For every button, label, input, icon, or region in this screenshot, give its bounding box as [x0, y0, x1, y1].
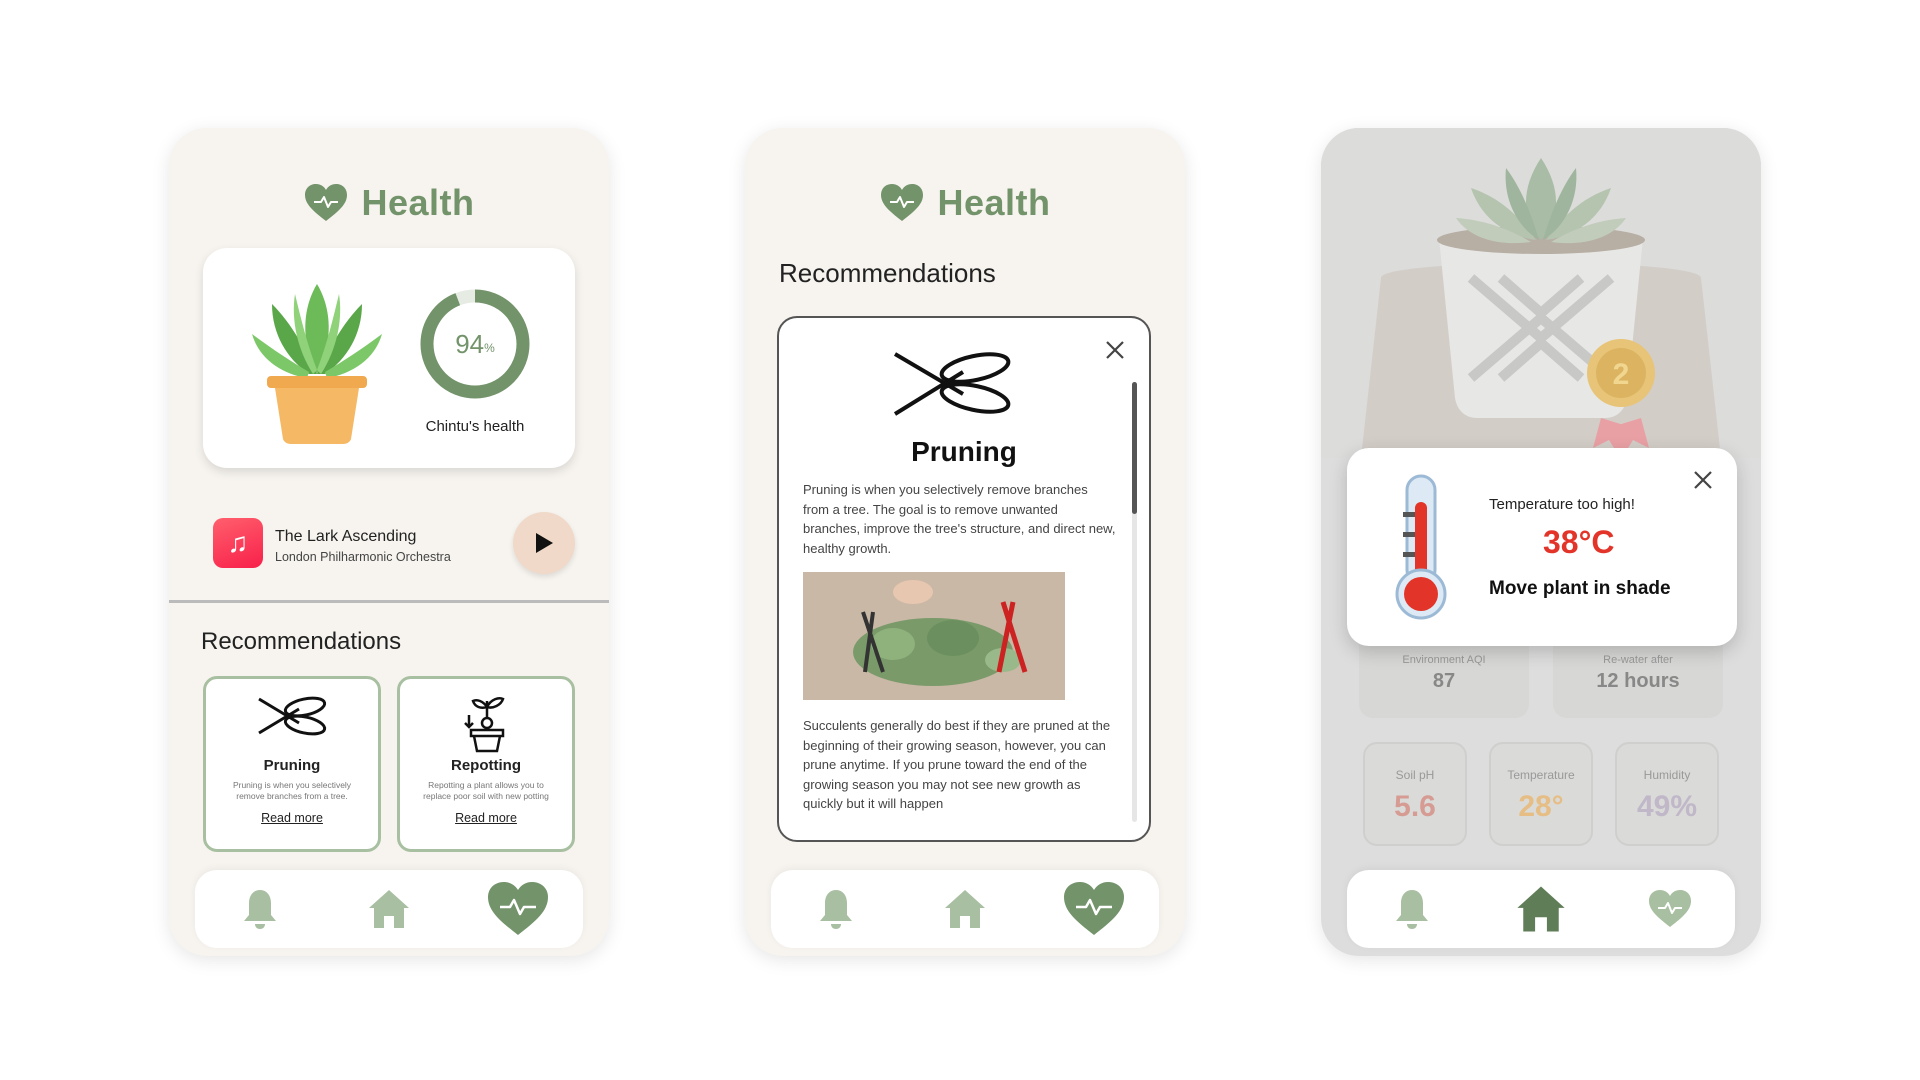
card-description: Repotting a plant allows you to replace … — [423, 780, 549, 802]
play-icon — [536, 533, 553, 553]
badge-number: 2 — [1613, 358, 1630, 391]
recommendation-detail-screen: Health Recommendations Pruning Pruning i… — [745, 128, 1185, 956]
music-note-icon: ♫ — [213, 518, 263, 568]
scroll-thumb[interactable] — [1132, 382, 1137, 514]
recommendation-card-repotting[interactable]: Repotting Repotting a plant allows you t… — [397, 676, 575, 852]
modal-paragraph: Pruning is when you selectively remove b… — [803, 482, 1116, 556]
modal-paragraph: Succulents generally do best if they are… — [803, 718, 1111, 811]
thermometer-icon — [1395, 474, 1447, 620]
succulent-photo: 2 — [1321, 128, 1761, 458]
home-icon — [1517, 886, 1565, 932]
heart-pulse-icon — [488, 882, 549, 935]
page-title: Health — [937, 182, 1051, 223]
heart-pulse-icon — [1649, 890, 1692, 927]
health-percent: 94 % — [455, 328, 495, 359]
nav-health[interactable] — [1054, 874, 1134, 944]
nav-health[interactable] — [1630, 874, 1710, 944]
song-title: The Lark Ascending — [275, 528, 417, 545]
nav-notifications[interactable] — [796, 874, 876, 944]
home-alert-screen: 2 Environment AQI 87 Re-water after 12 h… — [1321, 128, 1761, 956]
nav-notifications[interactable] — [1372, 874, 1452, 944]
bell-icon — [243, 890, 276, 929]
bottom-nav — [771, 870, 1159, 948]
card-description: Pruning is when you selectively remove b… — [232, 780, 352, 802]
pruning-photo — [803, 572, 1065, 700]
temperature-alert: Temperature too high! 38°C Move plant in… — [1347, 448, 1737, 646]
read-more-link[interactable]: Read more — [455, 811, 517, 825]
pruning-shears-icon — [893, 352, 1011, 416]
play-button[interactable] — [513, 512, 575, 574]
close-icon[interactable] — [1103, 338, 1127, 362]
section-divider — [169, 600, 609, 603]
alert-temperature: 38°C — [1543, 524, 1615, 560]
song-artist: London Philharmonic Orchestra — [275, 550, 451, 564]
nav-health[interactable] — [478, 874, 558, 944]
alert-action: Move plant in shade — [1489, 578, 1671, 599]
recommendations-heading: Recommendations — [779, 258, 996, 288]
nav-home[interactable] — [925, 874, 1005, 944]
metric-humidity[interactable]: Humidity 49% — [1615, 742, 1719, 846]
heart-pulse-icon — [881, 184, 924, 221]
card-title: Repotting — [451, 757, 521, 774]
music-player: ♫ The Lark Ascending London Philharmonic… — [213, 510, 575, 574]
modal-title: Pruning — [911, 436, 1017, 467]
pruning-modal: Pruning Pruning is when you selectively … — [777, 316, 1151, 842]
pruning-shears-icon — [258, 696, 327, 736]
metric-soil-ph[interactable]: Soil pH 5.6 — [1363, 742, 1467, 846]
heart-pulse-icon — [305, 184, 348, 221]
bell-icon — [819, 890, 852, 929]
scrollbar[interactable] — [1132, 382, 1137, 822]
bottom-nav — [195, 870, 583, 948]
potted-plant-icon — [252, 284, 382, 444]
close-icon[interactable] — [1691, 468, 1715, 492]
recommendation-card-pruning[interactable]: Pruning Pruning is when you selectively … — [203, 676, 381, 852]
card-title: Pruning — [263, 757, 321, 774]
recommendations-heading: Recommendations — [201, 628, 402, 655]
bell-icon — [1395, 890, 1428, 929]
health-screen: Health 94 % Chintu's health ♫ The Lark A… — [169, 128, 609, 956]
bottom-nav — [1347, 870, 1735, 948]
nav-home[interactable] — [349, 874, 429, 944]
screen-header: Health — [169, 182, 609, 224]
page-title: Health — [361, 182, 475, 223]
home-icon — [368, 890, 409, 928]
plant-health-card[interactable]: 94 % Chintu's health — [203, 248, 575, 468]
health-label: Chintu's health — [425, 418, 525, 435]
screen-header: Health — [745, 182, 1185, 224]
alert-message: Temperature too high! — [1489, 496, 1635, 513]
read-more-link[interactable]: Read more — [261, 811, 323, 825]
metric-temperature[interactable]: Temperature 28° — [1489, 742, 1593, 846]
nav-notifications[interactable] — [220, 874, 300, 944]
heart-pulse-icon — [1064, 882, 1125, 935]
nav-home[interactable] — [1501, 874, 1581, 944]
home-icon — [944, 890, 985, 928]
repotting-plant-icon — [464, 697, 505, 753]
